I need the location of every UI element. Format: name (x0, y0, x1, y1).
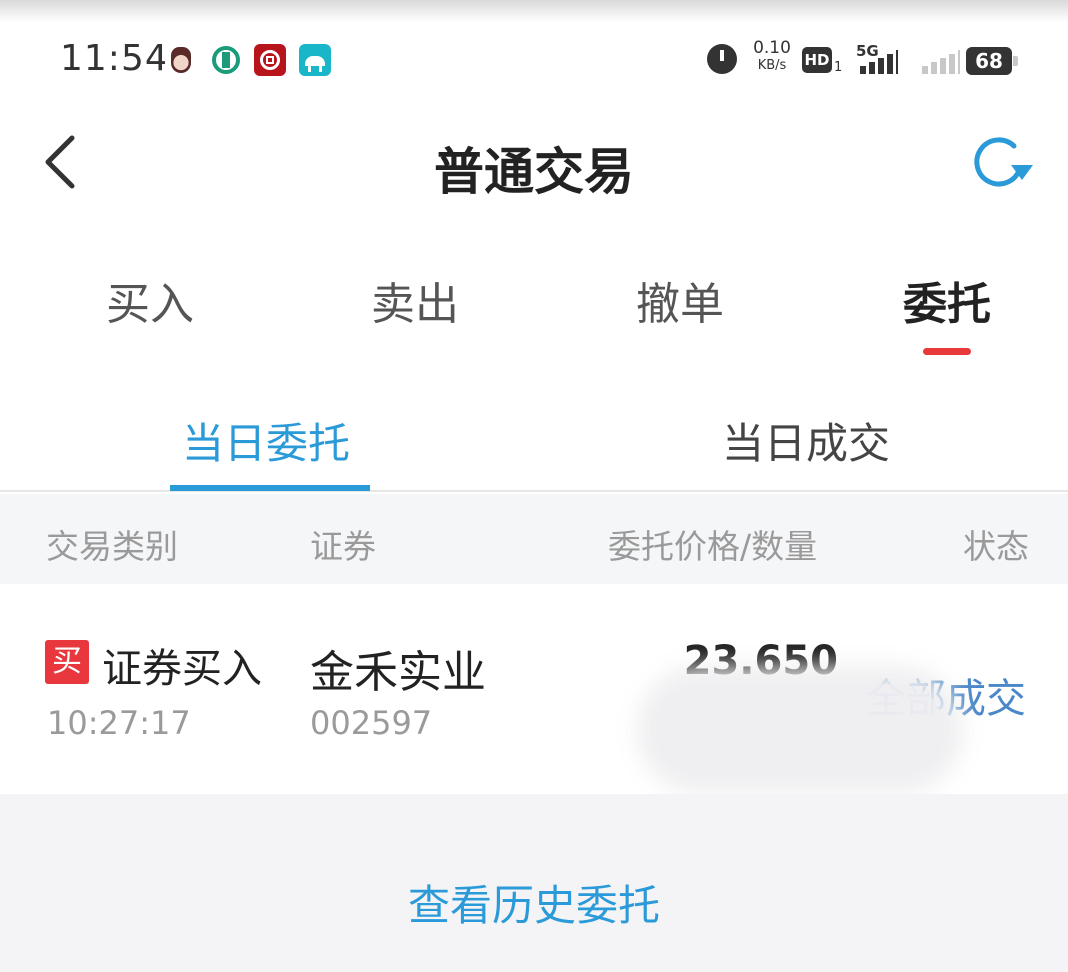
tab-orders[interactable]: 委托 (867, 268, 1027, 332)
camel-app-icon (299, 44, 331, 76)
tab-cancel-order[interactable]: 撤单 (600, 268, 760, 332)
tab-buy[interactable]: 买入 (70, 268, 230, 332)
network-speed: 0.10 KB/s (750, 38, 794, 73)
refresh-icon[interactable] (970, 134, 1036, 192)
hd-voice-icon: HD (802, 47, 832, 73)
top-shadow (0, 0, 1068, 22)
table-header: 交易类别 证券 委托价格/数量 状态 (0, 494, 1068, 584)
sub-tab-bar: 当日委托 当日成交 (0, 400, 1068, 492)
column-header-status: 状态 (963, 527, 1029, 566)
view-history-orders-link[interactable]: 查看历史委托 (0, 872, 1068, 933)
active-subtab-indicator (170, 485, 370, 491)
column-header-price-quantity: 委托价格/数量 (608, 527, 818, 566)
avatar-app-icon (165, 44, 197, 76)
order-time: 10:27:17 (47, 704, 191, 742)
redaction-blur (655, 684, 945, 776)
page-title: 普通交易 (434, 143, 634, 201)
status-time: 11:54 (60, 38, 169, 79)
alarm-icon (707, 44, 737, 74)
footer: 查看历史委托 (0, 794, 1068, 972)
battery-icon: 68 (966, 47, 1018, 75)
signal-strength-icon (854, 48, 898, 74)
trade-type: 证券买入 (102, 646, 262, 692)
column-header-security: 证券 (310, 527, 376, 566)
hd-voice-sub: 1 (834, 60, 843, 75)
security-name: 金禾实业 (310, 647, 486, 698)
tab-today-deals[interactable]: 当日成交 (722, 410, 890, 471)
table-row[interactable]: 买 证券买入 10:27:17 金禾实业 002597 23.650 全部成交 (0, 584, 1068, 794)
status-bar: 11:54 0.10 KB/s HD 1 5G 68 (0, 30, 1068, 92)
active-tab-indicator (923, 348, 971, 355)
signal-strength-sim2-icon (918, 48, 962, 74)
buy-badge: 买 (45, 640, 89, 684)
tab-sell[interactable]: 卖出 (335, 268, 495, 332)
network-speed-unit: KB/s (757, 58, 787, 73)
column-header-trade-type: 交易类别 (46, 527, 178, 566)
network-speed-value: 0.10 (753, 38, 791, 58)
security-code: 002597 (310, 704, 433, 742)
main-tab-bar: 买入 卖出 撤单 委托 (0, 268, 1068, 368)
bank-app-icon (210, 44, 242, 76)
tab-today-orders[interactable]: 当日委托 (182, 410, 350, 471)
bank-of-china-app-icon (254, 44, 286, 76)
order-price: 23.650 (683, 638, 838, 684)
app-header: 普通交易 (0, 110, 1068, 220)
